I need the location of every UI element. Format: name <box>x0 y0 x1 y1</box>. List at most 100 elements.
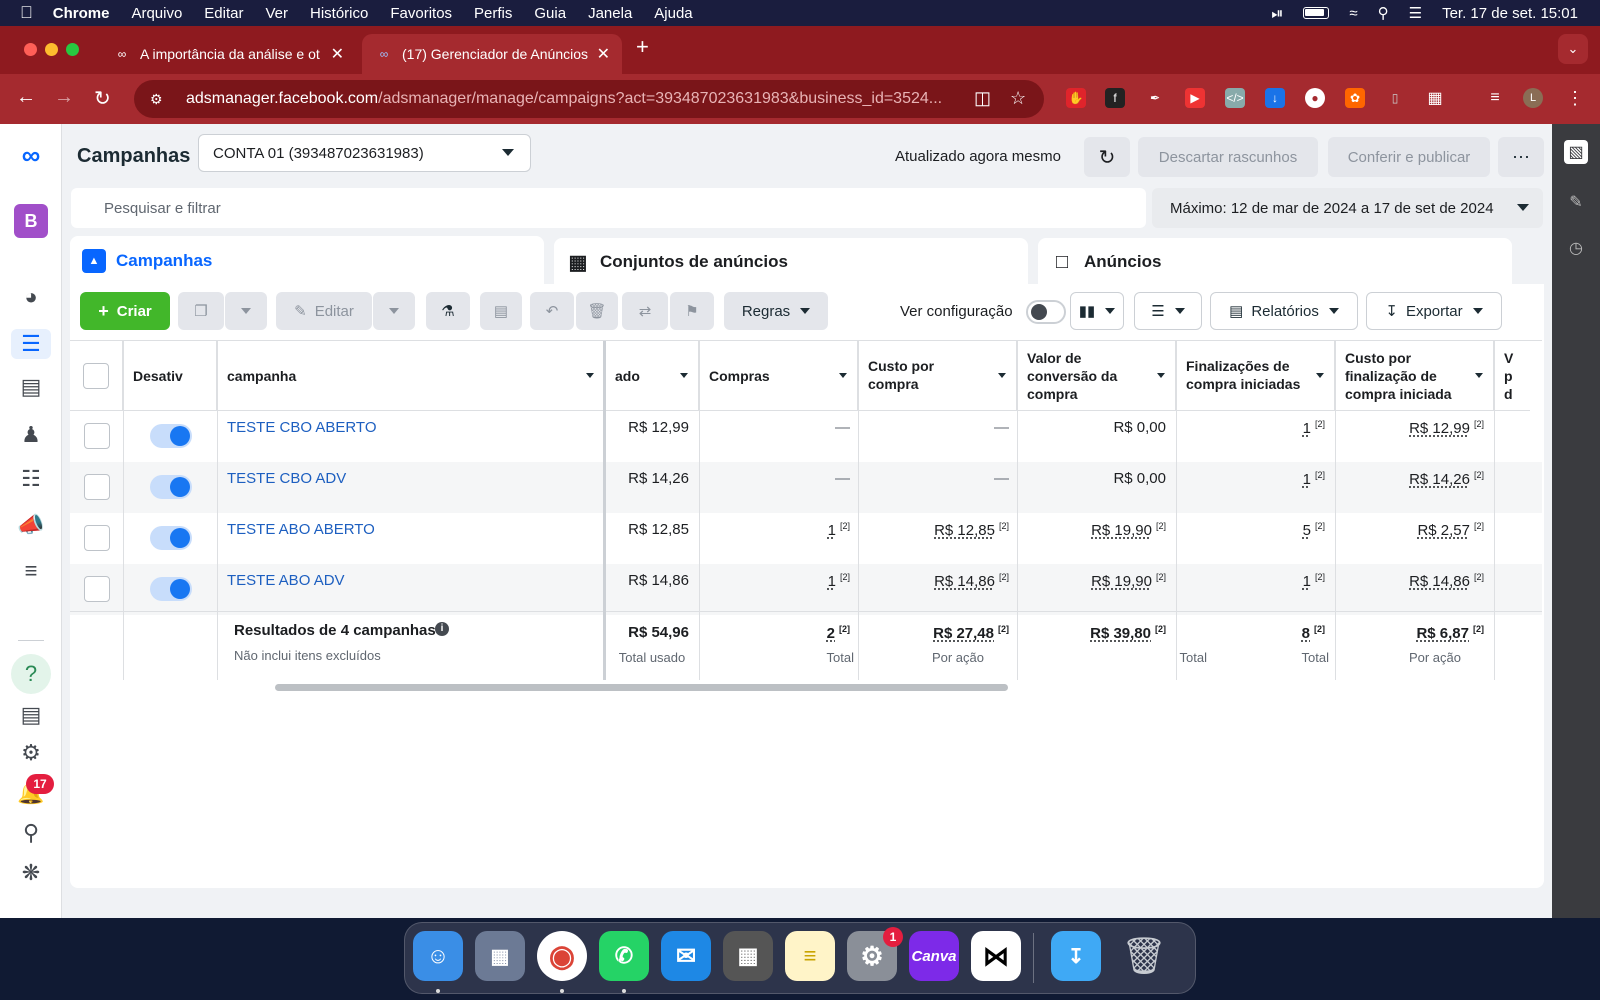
menu-arquivo[interactable]: Arquivo <box>131 5 182 22</box>
forward-arrow-icon[interactable]: → <box>54 86 74 109</box>
select-all-checkbox[interactable] <box>83 363 109 389</box>
edit-pencil-icon[interactable]: ✎ <box>1564 190 1588 214</box>
checkouts-value[interactable]: 5 <box>1303 522 1311 539</box>
menu-janela[interactable]: Janela <box>588 5 632 22</box>
spotlight-search-icon[interactable]: ⚲ <box>1378 4 1389 22</box>
bookmark-star-icon[interactable]: ☆ <box>1010 88 1026 109</box>
purchases-value[interactable]: 1 <box>828 573 836 590</box>
date-range-picker[interactable]: Máximo: 12 de mar de 2024 a 17 de set de… <box>1152 188 1543 228</box>
control-center-icon[interactable]: ☰ <box>1409 4 1422 22</box>
apple-menu-icon[interactable]:  <box>20 3 33 23</box>
tab-ad-sets[interactable]: ▦ Conjuntos de anúncios <box>554 238 1028 286</box>
campaign-name-link[interactable]: TESTE CBO ADV <box>227 470 346 487</box>
campaign-name-link[interactable]: TESTE ABO ABERTO <box>227 521 375 538</box>
tab-search-chevron-icon[interactable]: ⌄ <box>1558 34 1588 64</box>
history-clock-icon[interactable]: ◷ <box>1564 236 1588 260</box>
column-header-purchases[interactable]: Compras <box>699 341 858 411</box>
tab-campaigns[interactable]: ▲ Campanhas <box>70 236 544 286</box>
back-arrow-icon[interactable]: ← <box>16 86 36 109</box>
conversion-value[interactable]: R$ 19,90 <box>1091 522 1152 539</box>
purchases-value[interactable]: 1 <box>828 522 836 539</box>
edit-button[interactable]: ✎ Editar <box>276 292 372 330</box>
reports-document-icon[interactable]: ▤ <box>16 372 46 402</box>
report-bug-icon[interactable]: ❋ <box>16 858 46 888</box>
campaigns-table-icon[interactable]: ☰ <box>11 329 51 359</box>
extension-download-icon[interactable]: ↓ <box>1265 88 1285 108</box>
menu-favoritos[interactable]: Favoritos <box>390 5 452 22</box>
ab-test-button[interactable]: ⚗ <box>426 292 470 330</box>
view-configuration-toggle[interactable] <box>1026 300 1066 324</box>
column-header-campaign[interactable]: campanha <box>217 341 605 411</box>
browser-tab-ads-manager[interactable]: ∞ (17) Gerenciador de Anúncios ✕ <box>362 34 622 74</box>
advertise-megaphone-icon[interactable]: 📣 <box>16 510 46 540</box>
help-question-icon[interactable]: ? <box>11 654 51 694</box>
cost-per-checkout-value[interactable]: R$ 14,86 <box>1409 573 1470 590</box>
column-header-checkouts[interactable]: Finalizações de compra iniciadas <box>1176 341 1335 411</box>
dashboard-gauge-icon[interactable]: ◕ <box>16 282 46 312</box>
row-checkbox[interactable] <box>84 423 110 449</box>
all-tools-menu-icon[interactable]: ≡ <box>16 556 46 586</box>
campaign-status-toggle[interactable] <box>150 475 192 499</box>
extension-code-icon[interactable]: </> <box>1225 88 1245 108</box>
checkouts-value[interactable]: 1 <box>1303 420 1311 437</box>
total-cpc-value[interactable]: R$ 6,87 <box>1416 625 1469 642</box>
downloads-folder-icon[interactable]: ↧ <box>1051 931 1101 981</box>
launchpad-icon[interactable]: ▦ <box>475 931 525 981</box>
chrome-icon[interactable]: ◉ <box>537 931 587 981</box>
table-row[interactable]: TESTE ABO ADV R$ 14,86 1 [2] R$ 14,86 [2] … <box>70 564 1542 615</box>
close-tab-icon[interactable]: ✕ <box>331 44 344 64</box>
menu-editar[interactable]: Editar <box>204 5 243 22</box>
duplicate-dropdown-button[interactable] <box>225 292 267 330</box>
install-app-icon[interactable]: ◫ <box>974 88 991 109</box>
business-avatar[interactable]: B <box>14 204 48 238</box>
trash-bin-icon[interactable]: 🗑 <box>1119 931 1169 981</box>
extension-fx-icon[interactable]: f <box>1105 88 1125 108</box>
clock[interactable]: Ter. 17 de set. 15:01 <box>1442 5 1578 22</box>
table-row[interactable]: TESTE CBO ABERTO R$ 12,99 — — R$ 0,00 1[… <box>70 411 1542 462</box>
canva-icon[interactable]: Canva <box>909 931 959 981</box>
campaign-status-toggle[interactable] <box>150 526 192 550</box>
extension-video-icon[interactable]: ▶ <box>1185 88 1205 108</box>
extensions-puzzle-icon[interactable]: ▦ <box>1425 88 1445 108</box>
window-close-button[interactable] <box>24 43 37 56</box>
column-header-cost-per-purchase[interactable]: Custo por compra <box>858 341 1017 411</box>
billing-stack-icon[interactable]: ☷ <box>16 464 46 494</box>
delete-button[interactable]: 🗑 <box>576 292 618 330</box>
tag-button[interactable]: ⚑ <box>670 292 714 330</box>
extension-record-icon[interactable]: ● <box>1305 88 1325 108</box>
window-minimize-button[interactable] <box>45 43 58 56</box>
total-value-value[interactable]: R$ 39,80 <box>1090 625 1151 642</box>
calculator-icon[interactable]: ▦ <box>723 931 773 981</box>
site-settings-icon[interactable]: ⚙ <box>150 91 170 108</box>
breakdown-button[interactable]: ☰ <box>1134 292 1202 330</box>
window-zoom-button[interactable] <box>66 43 79 56</box>
notes-icon[interactable]: ≡ <box>785 931 835 981</box>
refresh-button[interactable]: ↻ <box>1084 137 1130 177</box>
cost-per-checkout-value[interactable]: R$ 2,57 <box>1417 522 1470 539</box>
menu-ajuda[interactable]: Ajuda <box>654 5 692 22</box>
account-selector[interactable]: CONTA 01 (393487023631983) <box>198 134 531 172</box>
checkouts-value[interactable]: 1 <box>1303 573 1311 590</box>
columns-button[interactable]: ▮▮ <box>1070 292 1124 330</box>
campaign-status-toggle[interactable] <box>150 577 192 601</box>
discard-drafts-button[interactable]: Descartar rascunhos <box>1138 137 1318 177</box>
profile-avatar[interactable]: L <box>1523 88 1543 108</box>
chrome-menu-icon[interactable]: ⋮ <box>1565 88 1585 108</box>
audiences-people-icon[interactable]: ♟ <box>16 420 46 450</box>
total-purchases-value[interactable]: 2 <box>827 625 835 642</box>
insights-chart-icon[interactable]: ▧ <box>1564 140 1588 164</box>
menu-perfis[interactable]: Perfis <box>474 5 512 22</box>
row-checkbox[interactable] <box>84 576 110 602</box>
cost-per-checkout-value[interactable]: R$ 14,26 <box>1409 471 1470 488</box>
cost-per-purchase-value[interactable]: R$ 14,86 <box>934 573 995 590</box>
cost-per-checkout-value[interactable]: R$ 12,99 <box>1409 420 1470 437</box>
review-publish-button[interactable]: Conferir e publicar <box>1328 137 1490 177</box>
address-bar[interactable]: ⚙ adsmanager.facebook.com/adsmanager/man… <box>134 80 1044 118</box>
mail-icon[interactable]: ✉ <box>661 931 711 981</box>
wifi-icon[interactable]: ≈ <box>1349 5 1357 22</box>
column-header-cost-per-checkout[interactable]: Custo por finalização de compra iniciada <box>1335 341 1494 411</box>
edit-dropdown-button[interactable] <box>373 292 415 330</box>
search-filter-input[interactable]: Pesquisar e filtrar <box>71 188 1146 228</box>
rules-button[interactable]: Regras <box>724 292 828 330</box>
battery-icon[interactable] <box>1303 7 1330 19</box>
